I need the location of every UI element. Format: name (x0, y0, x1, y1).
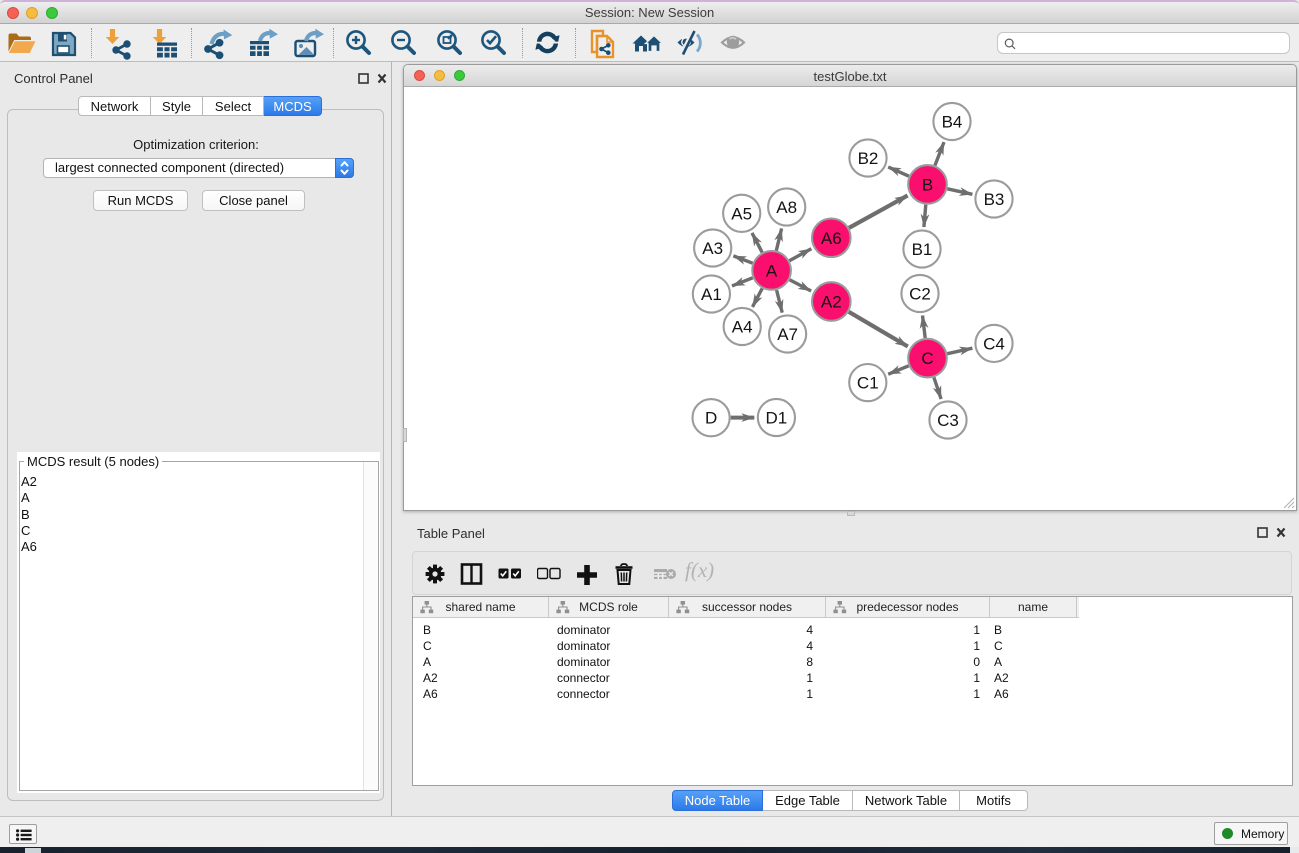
svg-text:A7: A7 (777, 325, 798, 344)
svg-text:C: C (921, 349, 933, 368)
svg-text:B2: B2 (858, 149, 879, 168)
svg-text:A6: A6 (821, 229, 842, 248)
svg-text:B3: B3 (984, 190, 1005, 209)
svg-text:A2: A2 (821, 293, 842, 312)
svg-text:D: D (705, 409, 717, 428)
svg-text:A5: A5 (731, 204, 752, 223)
svg-text:A3: A3 (702, 239, 723, 258)
svg-text:A4: A4 (732, 318, 753, 337)
svg-text:A1: A1 (701, 285, 722, 304)
svg-text:B: B (922, 175, 933, 194)
svg-text:B1: B1 (912, 240, 933, 259)
svg-text:A: A (766, 261, 778, 280)
svg-text:C3: C3 (937, 411, 959, 430)
svg-text:C4: C4 (983, 334, 1005, 353)
svg-text:D1: D1 (766, 409, 788, 428)
svg-text:A8: A8 (776, 198, 797, 217)
svg-text:C1: C1 (857, 374, 879, 393)
svg-text:C2: C2 (909, 285, 931, 304)
svg-text:B4: B4 (942, 113, 963, 132)
